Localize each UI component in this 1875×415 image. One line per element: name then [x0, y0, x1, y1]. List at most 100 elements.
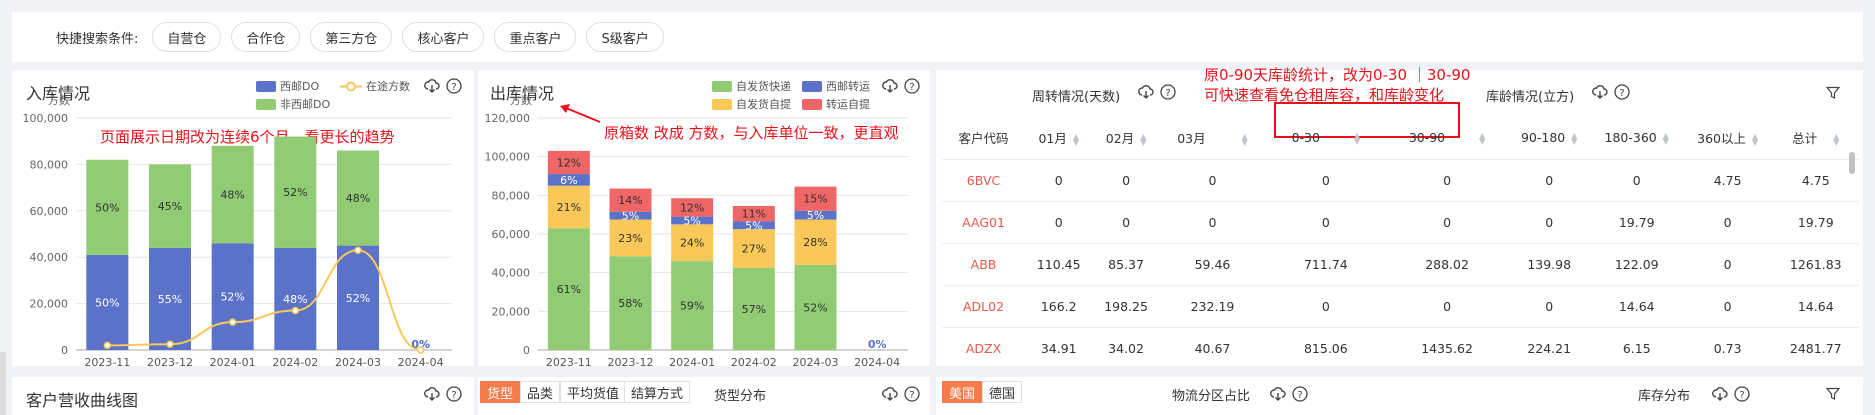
table-cell: 0	[1507, 200, 1591, 243]
bar-data-label: 59%	[680, 300, 704, 313]
chip-core-customer[interactable]: 核心客户	[402, 22, 485, 52]
bar-data-label: 52%	[346, 292, 370, 305]
table-cell: 0	[1682, 200, 1773, 243]
chip-s-level-customer[interactable]: S级客户	[586, 22, 664, 52]
svg-text:?: ?	[1297, 390, 1302, 401]
annotation-arrow-line	[565, 107, 601, 123]
help-icon[interactable]: ?	[904, 386, 920, 402]
table-cell: 224.21	[1507, 326, 1591, 369]
download-icon[interactable]	[1270, 386, 1286, 402]
table-scrollbar[interactable]	[1849, 152, 1855, 174]
bar-data-label: 12%	[680, 201, 704, 214]
sort-icon[interactable]: ▲ ▼	[1354, 131, 1360, 145]
table-cell: 815.06	[1265, 326, 1387, 369]
download-icon[interactable]	[1712, 386, 1728, 402]
sort-icon[interactable]: ▲ ▼	[1833, 132, 1839, 146]
bar-data-label: 27%	[742, 243, 766, 256]
table-cell: 0	[1507, 284, 1591, 327]
col-360-plus[interactable]: 360以上 ▲ ▼	[1683, 117, 1773, 159]
table-row: ABB 110.45 85.37 59.46 711.74 288.02 139.98 122…	[942, 242, 1859, 285]
col-total[interactable]: 总计 ▲ ▼	[1773, 117, 1859, 159]
sort-icon[interactable]: ▲ ▼	[1140, 132, 1146, 146]
table-cell: 0	[1092, 200, 1160, 243]
y-tick-label: 80,000	[492, 189, 531, 202]
help-icon[interactable]: ?	[1734, 386, 1750, 402]
table-cell: 19.79	[1772, 200, 1859, 243]
col-jan[interactable]: 01月 ▲ ▼	[1025, 117, 1092, 159]
help-icon[interactable]: ?	[446, 386, 462, 402]
x-tick-label: 2024-03	[793, 356, 839, 366]
bar-data-label: 24%	[680, 237, 704, 250]
sort-icon[interactable]: ▲ ▼	[1571, 131, 1577, 145]
bar-data-label: 52%	[803, 301, 827, 314]
download-icon[interactable]	[1592, 84, 1608, 100]
line-point	[103, 341, 112, 350]
revenue-panel: 客户营收曲线图 ?	[12, 377, 474, 415]
customer-code-link[interactable]: AAG01	[942, 200, 1026, 243]
filter-icon[interactable]	[1826, 86, 1840, 100]
table-cell: 4.75	[1682, 158, 1773, 201]
svg-text:?: ?	[909, 390, 914, 401]
chip-third-party-warehouse[interactable]: 第三方仓	[310, 22, 393, 52]
y-tick-label: 60,000	[492, 228, 531, 241]
x-tick-label: 2024-02	[272, 356, 318, 366]
table-cell: 14.64	[1590, 284, 1683, 327]
table-cell: 1261.83	[1772, 242, 1859, 285]
sort-icon[interactable]: ▲ ▼	[1663, 131, 1669, 145]
bar-data-label: 50%	[95, 296, 119, 309]
quick-filter-bar: 快捷搜索条件: 自营仓 合作仓 第三方仓 核心客户 重点客户 S级客户	[12, 12, 1863, 62]
sort-icon[interactable]: ▲ ▼	[1752, 132, 1758, 146]
y-tick-label: 120,000	[485, 112, 531, 125]
bar-data-label: 45%	[158, 200, 182, 213]
col-mar[interactable]: 03月 ▲ ▼	[1160, 117, 1266, 159]
download-icon[interactable]	[1138, 84, 1154, 100]
col-feb[interactable]: 02月 ▲ ▼	[1092, 117, 1159, 159]
customer-code-link[interactable]: ADL02	[942, 284, 1026, 327]
chip-partner-warehouse[interactable]: 合作仓	[231, 22, 301, 52]
y-tick-label: 60,000	[30, 205, 69, 218]
table-row: ADL02 166.2 198.25 232.19 0 0 0 14.64 0 14.64	[942, 284, 1859, 327]
customer-code-link[interactable]: ABB	[942, 242, 1026, 285]
col-0-30[interactable]: 0-30 ▲ ▼	[1265, 117, 1386, 159]
tab-usa[interactable]: 美国	[942, 381, 983, 403]
help-icon[interactable]: ?	[1160, 84, 1176, 100]
x-tick-label: 2024-02	[731, 356, 777, 366]
bar-data-label: 6%	[560, 174, 577, 187]
outbound-chart: 方数 0 20,000 40,000 60,000 80,000 100,000 120,00…	[485, 93, 908, 366]
download-icon[interactable]	[882, 386, 898, 402]
region-panel: 美国 德国 物流分区占比 ? 库存分布 ?	[936, 377, 1863, 415]
line-point	[291, 306, 300, 315]
bar-data-label: 15%	[803, 193, 827, 206]
tab-germany[interactable]: 德国	[982, 381, 1023, 403]
col-180-360[interactable]: 180-360 ▲ ▼	[1591, 117, 1683, 159]
table-cell: 0	[1386, 158, 1508, 201]
sort-icon[interactable]: ▲ ▼	[1242, 132, 1248, 146]
table-cell: 110.45	[1025, 242, 1093, 285]
chip-key-customer[interactable]: 重点客户	[494, 22, 577, 52]
tab-settlement[interactable]: 结算方式	[624, 381, 691, 403]
tab-avg-value[interactable]: 平均货值	[560, 381, 627, 403]
tab-cargo-type[interactable]: 货型	[480, 381, 521, 403]
table-cell: 2481.77	[1772, 326, 1859, 369]
table-cell: 34.91	[1025, 326, 1093, 369]
filter-icon[interactable]	[1826, 387, 1840, 401]
customer-code-link[interactable]: ADZX	[942, 326, 1026, 369]
download-icon[interactable]	[424, 386, 440, 402]
col-90-180[interactable]: 90-180 ▲ ▼	[1508, 117, 1591, 159]
sort-icon[interactable]: ▲ ▼	[1073, 132, 1079, 146]
revenue-title: 客户营收曲线图	[26, 391, 139, 410]
x-tick-label: 2024-04	[398, 356, 444, 366]
customer-code-link[interactable]: 6BVC	[942, 158, 1026, 201]
sort-icon[interactable]: ▲ ▼	[1479, 131, 1485, 145]
table-cell: 166.2	[1025, 284, 1093, 327]
y-tick-label: 80,000	[30, 158, 69, 171]
chip-self-warehouse[interactable]: 自营仓	[152, 22, 222, 52]
help-icon[interactable]: ?	[1614, 84, 1630, 100]
left-edge-scroll	[0, 352, 6, 415]
col-30-90[interactable]: 30-90 ▲ ▼	[1386, 117, 1507, 159]
help-icon[interactable]: ?	[1292, 386, 1308, 402]
tab-category[interactable]: 品类	[520, 381, 561, 403]
bar-data-label: 11%	[742, 208, 766, 221]
table-cell: 122.09	[1590, 242, 1683, 285]
turnover-annotation-line1: 原0-90天库龄统计，改为0-30 ｜30-90	[1204, 66, 1471, 84]
